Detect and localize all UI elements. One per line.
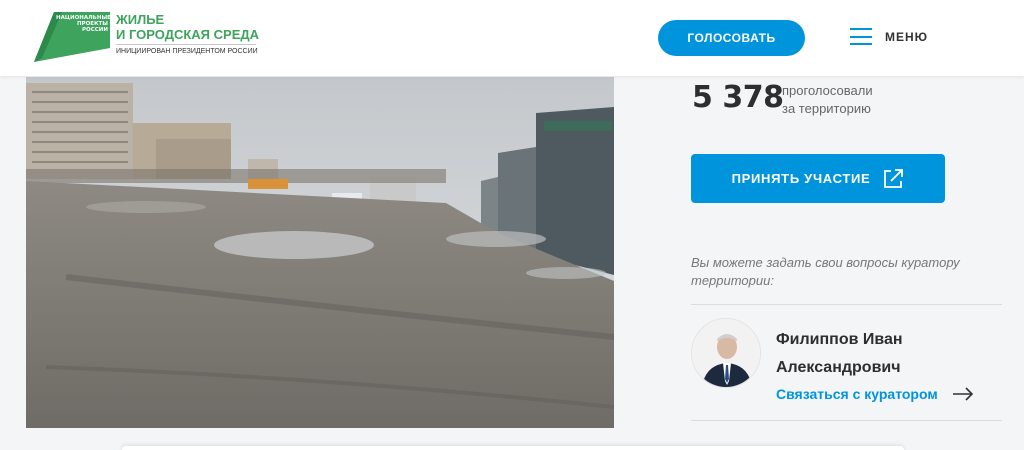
- join-button[interactable]: ПРИНЯТЬ УЧАСТИЕ: [691, 154, 945, 203]
- contact-curator-label: Связаться с куратором: [776, 386, 938, 402]
- curator-question-text: Вы можете задать свои вопросы куратору т…: [691, 255, 960, 288]
- join-button-label: ПРИНЯТЬ УЧАСТИЕ: [731, 171, 871, 186]
- logo-title: ЖИЛЬЕ И ГОРОДСКАЯ СРЕДА: [116, 12, 259, 42]
- divider: [691, 420, 1002, 421]
- curator-name-line: Александрович: [776, 359, 901, 376]
- vote-caption-line: проголосовали: [782, 83, 873, 98]
- logo-mark-text: НАЦИОНАЛЬНЫЕ ПРОЕКТЫ РОССИИ: [56, 15, 111, 33]
- menu-label: МЕНЮ: [885, 29, 929, 44]
- logo-title-line: ЖИЛЬЕ: [116, 12, 165, 27]
- external-link-icon: [884, 168, 904, 188]
- site-header: НАЦИОНАЛЬНЫЕ ПРОЕКТЫ РОССИИ ЖИЛЬЕ И ГОРО…: [0, 0, 1024, 76]
- vote-count: 5 378: [692, 80, 784, 115]
- content-card: [122, 446, 904, 450]
- curator-avatar: [691, 318, 761, 388]
- territory-photo-illustration: [26, 77, 614, 428]
- curator-name-line: Филиппов Иван: [776, 331, 903, 348]
- site-logo[interactable]: НАЦИОНАЛЬНЫЕ ПРОЕКТЫ РОССИИ ЖИЛЬЕ И ГОРО…: [34, 12, 274, 64]
- curator-portrait-illustration: [692, 319, 760, 387]
- divider: [691, 304, 1002, 305]
- vote-caption-line: за территорию: [782, 101, 871, 116]
- logo-title-line: И ГОРОДСКАЯ СРЕДА: [116, 27, 260, 42]
- vote-button[interactable]: ГОЛОСОВАТЬ: [658, 20, 805, 56]
- logo-divider: [116, 44, 256, 45]
- menu-button[interactable]: МЕНЮ: [850, 28, 928, 45]
- logo-subtitle: ИНИЦИИРОВАН ПРЕЗИДЕНТОМ РОССИИ: [116, 48, 258, 55]
- curator-name: Филиппов Иван Александрович: [776, 326, 903, 382]
- contact-curator-link[interactable]: Связаться с куратором: [776, 386, 974, 402]
- arrow-right-icon: [952, 387, 973, 401]
- vote-count-caption: проголосовали за территорию: [782, 82, 873, 118]
- hamburger-menu-icon: [850, 28, 872, 45]
- territory-photo: [26, 77, 614, 428]
- logo-mark-line: РОССИИ: [82, 27, 108, 33]
